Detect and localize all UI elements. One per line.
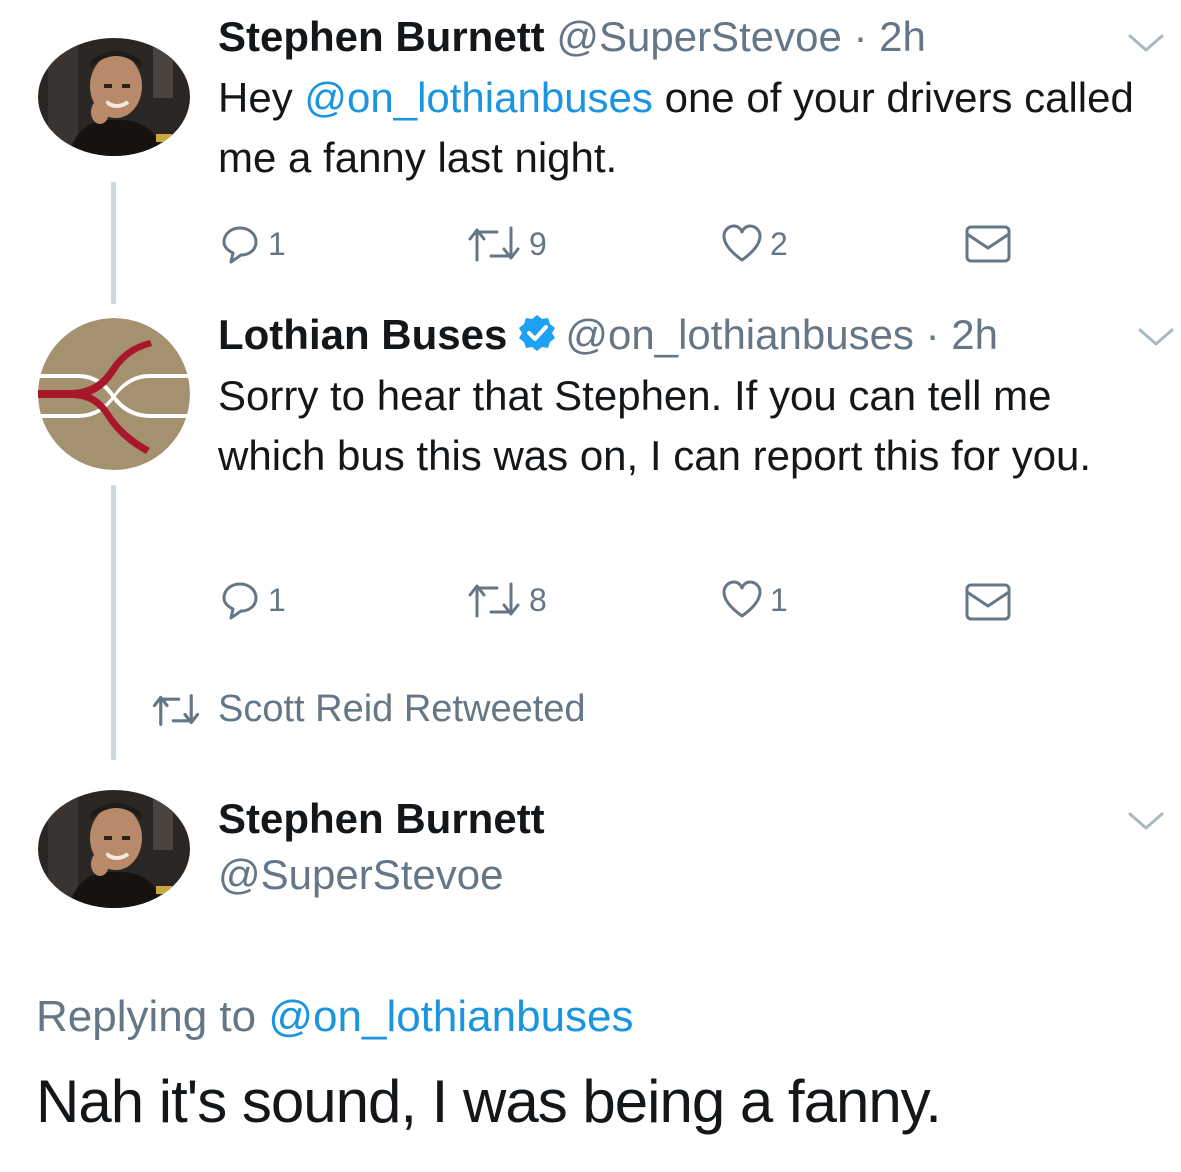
retweet-count: 9: [529, 225, 547, 262]
replying-to-label: Replying to: [36, 992, 269, 1041]
direct-message-button[interactable]: [964, 582, 1012, 622]
envelope-icon: [965, 225, 1011, 263]
replying-to-mention[interactable]: @on_lothianbuses: [268, 992, 633, 1041]
like-count: 1: [770, 581, 788, 618]
separator: ·: [841, 13, 880, 60]
author-handle[interactable]: @SuperStevoe: [218, 850, 503, 900]
avatar-stephen-burnett[interactable]: [38, 38, 190, 156]
tweet-header: Lothian Buses @on_lothianbuses · 2h: [218, 310, 998, 360]
retweet-button[interactable]: 8: [465, 578, 547, 622]
tweet-time[interactable]: 2h: [951, 311, 998, 358]
retweet-icon: [468, 226, 520, 262]
reply-icon: [222, 226, 258, 264]
avatar-stephen-burnett[interactable]: [38, 790, 190, 908]
retweet-icon: [152, 693, 200, 726]
tweet-text-prefix: Hey: [218, 74, 305, 121]
reply-count: 1: [268, 225, 286, 262]
separator: ·: [913, 311, 952, 358]
profile-photo: [38, 38, 190, 156]
author-name[interactable]: Stephen Burnett: [218, 13, 545, 60]
profile-photo: [38, 790, 190, 908]
tweet-header: Stephen Burnett @SuperStevoe · 2h: [218, 12, 926, 62]
author-handle[interactable]: @SuperStevoe: [556, 13, 841, 60]
main-tweet-text: Nah it's sound, I was being a fanny.: [36, 1068, 942, 1135]
lothian-logo: [38, 318, 190, 470]
verified-badge-icon: [519, 315, 556, 351]
reply-button[interactable]: 1: [218, 222, 286, 266]
avatar-lothian-buses[interactable]: [38, 318, 190, 470]
replying-to: Replying to @on_lothianbuses: [36, 990, 634, 1044]
like-count: 2: [770, 225, 788, 262]
direct-message-button[interactable]: [964, 224, 1012, 264]
reply-icon: [222, 582, 258, 620]
tweet-time[interactable]: 2h: [879, 13, 926, 60]
thread-line: [111, 182, 116, 304]
author-name[interactable]: Lothian Buses: [218, 311, 507, 358]
like-button[interactable]: 2: [720, 222, 788, 266]
retweeted-by-label[interactable]: Scott Reid Retweeted: [218, 688, 586, 731]
retweet-context: Scott Reid Retweeted: [150, 688, 586, 731]
mention-link[interactable]: @on_lothianbuses: [304, 74, 653, 121]
retweet-icon: [468, 582, 520, 618]
reply-count: 1: [268, 581, 286, 618]
like-button[interactable]: 1: [720, 578, 788, 622]
tweet-text: Sorry to hear that Stephen. If you can t…: [218, 372, 1092, 479]
chevron-down-icon[interactable]: [1134, 322, 1178, 352]
thread-line: [111, 485, 116, 760]
author-name[interactable]: Stephen Burnett: [218, 794, 545, 844]
retweet-button[interactable]: 9: [465, 222, 547, 266]
author-handle[interactable]: @on_lothianbuses: [565, 311, 914, 358]
retweet-count: 8: [529, 581, 547, 618]
chevron-down-icon[interactable]: [1124, 806, 1168, 836]
envelope-icon: [965, 583, 1011, 621]
heart-icon: [722, 580, 762, 618]
tweet-text: Hey @on_lothianbuses one of your drivers…: [218, 68, 1168, 188]
reply-button[interactable]: 1: [218, 578, 286, 622]
heart-icon: [722, 224, 762, 262]
chevron-down-icon[interactable]: [1124, 28, 1168, 58]
